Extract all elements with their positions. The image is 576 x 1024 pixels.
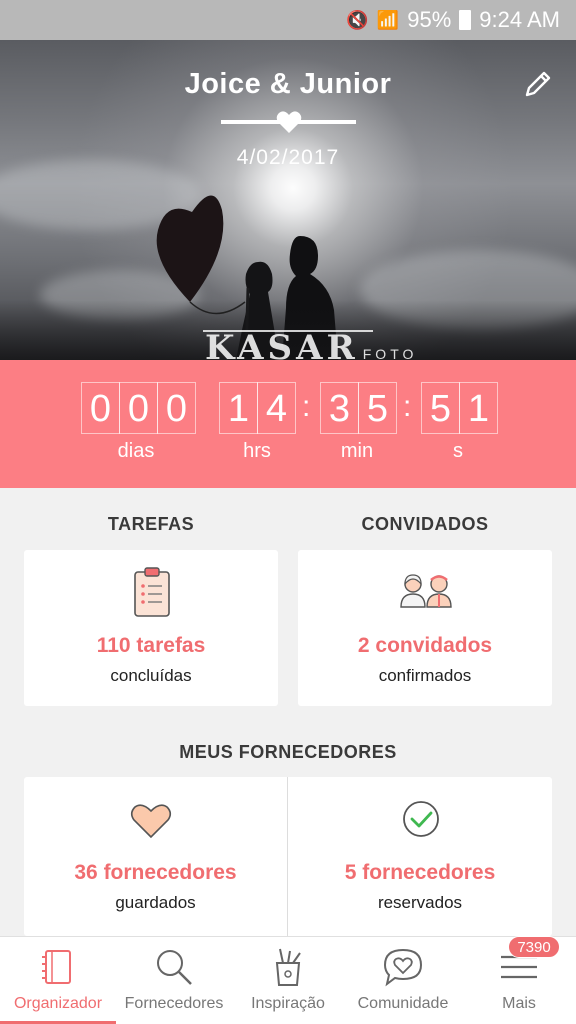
- tasks-card[interactable]: 110 tarefas concluídas: [24, 550, 278, 706]
- suppliers-section-title: MEUS FORNECEDORES: [179, 742, 397, 762]
- heart-icon: [130, 804, 172, 839]
- colon-separator: :: [302, 390, 311, 423]
- hours-digit: 1: [219, 382, 258, 434]
- notification-badge: 7390: [508, 936, 560, 958]
- battery-percent: 95%: [407, 7, 452, 32]
- wedding-date: 4/02/2017: [236, 146, 340, 169]
- search-icon: [157, 950, 192, 985]
- photographer-watermark: KASAR FOTO: [205, 328, 418, 360]
- guests-section-title: CONVIDADOS: [361, 514, 489, 534]
- edit-pencil-icon[interactable]: [522, 68, 554, 100]
- nav-label: Mais: [502, 995, 536, 1012]
- guests-card[interactable]: 2 convidados confirmados: [298, 550, 552, 706]
- wifi-icon: 📶: [376, 9, 400, 30]
- minutes-digit: 3: [320, 382, 359, 434]
- days-label: dias: [117, 440, 155, 462]
- battery-icon: [459, 10, 472, 30]
- tasks-section-title: TAREFAS: [107, 514, 195, 534]
- tasks-status: concluídas: [110, 666, 192, 685]
- suppliers-saved[interactable]: 36 fornecedores guardados: [24, 777, 287, 936]
- bottom-navigation: Organizador Fornecedores Inspiração Comu…: [0, 936, 576, 1024]
- colon-separator: :: [403, 390, 412, 423]
- nav-inspiracao[interactable]: Inspiração: [232, 937, 344, 1024]
- suppliers-card: 36 fornecedores guardados 5 fornecedores…: [24, 777, 552, 936]
- nav-organizador[interactable]: Organizador: [0, 937, 116, 1024]
- hours-digit: 4: [257, 382, 296, 434]
- tasks-count: 110 tarefas: [96, 634, 206, 657]
- check-circle-icon: [403, 801, 439, 837]
- hours-label: hrs: [243, 440, 271, 462]
- guests-icon: [400, 574, 452, 608]
- saved-suppliers-status: guardados: [115, 893, 196, 912]
- status-bar: 🔇 📶 95% 9:24 AM: [0, 0, 576, 40]
- pencil-cup-icon: [275, 948, 301, 986]
- guests-count: 2 convidados: [357, 634, 493, 657]
- nav-fornecedores[interactable]: Fornecedores: [116, 937, 232, 1024]
- clock: 9:24 AM: [479, 7, 560, 32]
- clipboard-icon: [134, 567, 170, 617]
- nav-label: Comunidade: [357, 995, 449, 1012]
- heart-divider-icon: [276, 111, 302, 133]
- nav-label: Fornecedores: [124, 995, 224, 1012]
- seconds-digit: 1: [459, 382, 498, 434]
- mute-icon: 🔇: [346, 9, 369, 30]
- minutes-label: min: [340, 440, 374, 462]
- days-digit: 0: [119, 382, 158, 434]
- seconds-digit: 5: [421, 382, 460, 434]
- guests-status: confirmados: [378, 666, 472, 685]
- booked-suppliers-status: reservados: [377, 893, 463, 912]
- suppliers-booked[interactable]: 5 fornecedores reservados: [288, 777, 552, 936]
- booked-suppliers-count: 5 fornecedores: [344, 861, 496, 884]
- nav-label: Organizador: [13, 995, 103, 1012]
- seconds-label: s: [453, 440, 463, 462]
- countdown-timer: 0 0 0 1 4 : 3 5 : 5 1 dias hrs min s: [0, 360, 576, 488]
- days-digit: 0: [81, 382, 120, 434]
- chat-heart-icon: [383, 948, 423, 987]
- hero-photo: Joice & Junior 4/02/2017 KASAR FOTO: [0, 40, 576, 360]
- nav-comunidade[interactable]: Comunidade: [344, 937, 462, 1024]
- notebook-icon: [42, 950, 71, 984]
- minutes-digit: 5: [358, 382, 397, 434]
- saved-suppliers-count: 36 fornecedores: [74, 861, 237, 884]
- days-digit: 0: [157, 382, 196, 434]
- couple-names: Joice & Junior: [184, 68, 392, 100]
- nav-label: Inspiração: [251, 995, 325, 1012]
